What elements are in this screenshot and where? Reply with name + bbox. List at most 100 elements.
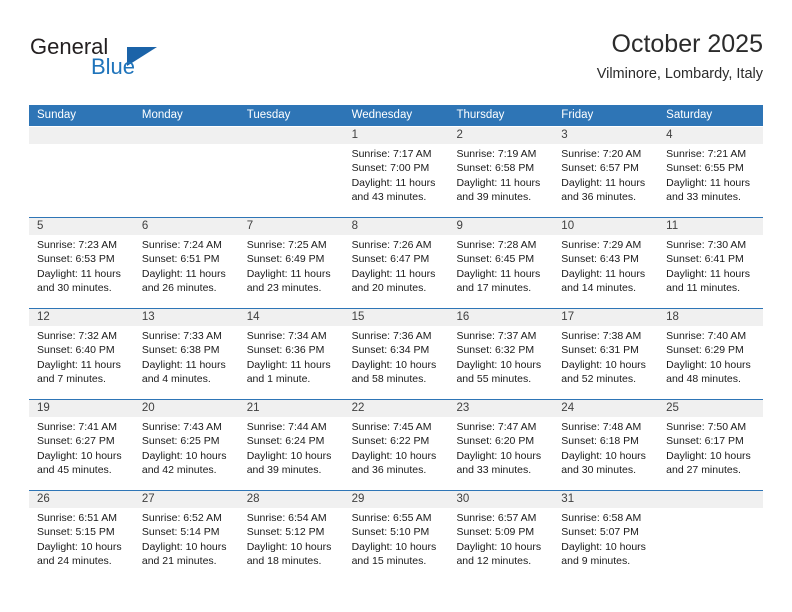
day-number: 8 (343, 218, 449, 235)
day-number (238, 127, 344, 144)
sunset-text: Sunset: 6:55 PM (666, 162, 744, 175)
day-number: 29 (343, 491, 449, 508)
day-cell[interactable]: 4 Sunrise: 7:21 AM Sunset: 6:55 PM Daylight… (658, 127, 764, 217)
daylight-text-line2: and 17 minutes. (456, 282, 532, 295)
day-cell[interactable]: 17 Sunrise: 7:38 AM Sunset: 6:31 PM Dayligh… (553, 309, 659, 399)
day-cell[interactable]: 27 Sunrise: 6:52 AM Sunset: 5:14 PM Dayligh… (133, 491, 239, 581)
day-cell[interactable]: 22 Sunrise: 7:45 AM Sunset: 6:22 PM Dayligh… (343, 400, 449, 490)
day-cell[interactable]: 11 Sunrise: 7:30 AM Sunset: 6:41 PM Dayligh… (658, 218, 764, 308)
sunset-text: Sunset: 6:58 PM (456, 162, 535, 175)
day-cell[interactable]: 29 Sunrise: 6:55 AM Sunset: 5:10 PM Dayligh… (343, 491, 449, 581)
sunset-text: Sunset: 5:12 PM (246, 526, 325, 539)
day-cell[interactable]: 26 Sunrise: 6:51 AM Sunset: 5:15 PM Dayligh… (29, 491, 134, 581)
sunset-text: Sunset: 6:25 PM (141, 435, 220, 448)
sunset-text: Sunset: 6:57 PM (561, 162, 639, 175)
daylight-text-line1: Daylight: 10 hours (666, 358, 751, 371)
day-cell[interactable]: 3 Sunrise: 7:20 AM Sunset: 6:57 PM Daylight… (553, 127, 659, 217)
daylight-text-line2: and 39 minutes. (456, 191, 532, 204)
day-cell[interactable]: 23 Sunrise: 7:47 AM Sunset: 6:20 PM Dayligh… (448, 400, 554, 490)
day-number (29, 127, 134, 144)
daylight-text-line2: and 24 minutes. (37, 555, 112, 568)
day-cell[interactable]: 14 Sunrise: 7:34 AM Sunset: 6:36 PM Dayligh… (238, 309, 344, 399)
day-number (133, 127, 239, 144)
day-cell[interactable]: 10 Sunrise: 7:29 AM Sunset: 6:43 PM Dayligh… (553, 218, 659, 308)
daylight-text-line1: Daylight: 10 hours (141, 540, 227, 553)
day-cell[interactable]: 31 Sunrise: 6:58 AM Sunset: 5:07 PM Dayligh… (553, 491, 659, 581)
sunrise-text: Sunrise: 7:19 AM (456, 148, 537, 160)
calendar-week-row: 12 Sunrise: 7:32 AM Sunset: 6:40 PM Dayligh… (29, 308, 764, 399)
sunset-text: Sunset: 6:45 PM (456, 253, 535, 266)
sunrise-text: Sunrise: 7:21 AM (666, 148, 747, 160)
sunrise-text: Sunrise: 7:43 AM (141, 421, 222, 433)
day-cell[interactable]: 1 Sunrise: 7:17 AM Sunset: 7:00 PM Daylight… (343, 127, 449, 217)
day-cell[interactable]: 9 Sunrise: 7:28 AM Sunset: 6:45 PM Daylight… (448, 218, 554, 308)
day-number: 19 (29, 400, 134, 417)
sunset-text: Sunset: 5:14 PM (141, 526, 220, 539)
day-cell[interactable]: 15 Sunrise: 7:36 AM Sunset: 6:34 PM Dayligh… (343, 309, 449, 399)
day-cell[interactable]: 19 Sunrise: 7:41 AM Sunset: 6:27 PM Dayligh… (29, 400, 134, 490)
day-details: Sunrise: 6:51 AM Sunset: 5:15 PM Daylight:… (29, 508, 134, 569)
day-details: Sunrise: 7:19 AM Sunset: 6:58 PM Daylight:… (448, 144, 553, 205)
day-cell[interactable]: 13 Sunrise: 7:33 AM Sunset: 6:38 PM Dayligh… (133, 309, 239, 399)
day-cell[interactable]: 20 Sunrise: 7:43 AM Sunset: 6:25 PM Dayligh… (133, 400, 239, 490)
daylight-text-line2: and 52 minutes. (561, 373, 637, 386)
sunset-text: Sunset: 6:47 PM (351, 253, 430, 266)
daylight-text-line2: and 14 minutes. (561, 282, 637, 295)
calendar-week-row: 5 Sunrise: 7:23 AM Sunset: 6:53 PM Daylight… (29, 217, 764, 308)
daylight-text-line2: and 39 minutes. (246, 464, 322, 477)
day-cell[interactable]: 6 Sunrise: 7:24 AM Sunset: 6:51 PM Daylight… (133, 218, 239, 308)
sunset-text: Sunset: 6:29 PM (666, 344, 744, 357)
daylight-text-line1: Daylight: 11 hours (141, 267, 226, 280)
day-cell[interactable]: 24 Sunrise: 7:48 AM Sunset: 6:18 PM Dayligh… (553, 400, 659, 490)
brand-logo[interactable]: General Blue (29, 34, 259, 90)
daylight-text-line2: and 18 minutes. (246, 555, 322, 568)
day-number: 18 (658, 309, 764, 326)
daylight-text-line2: and 7 minutes. (37, 373, 106, 386)
day-cell[interactable]: 8 Sunrise: 7:26 AM Sunset: 6:47 PM Daylight… (343, 218, 449, 308)
daylight-text-line2: and 58 minutes. (351, 373, 427, 386)
calendar-week-row: 26 Sunrise: 6:51 AM Sunset: 5:15 PM Dayligh… (29, 490, 764, 581)
day-cell[interactable]: 5 Sunrise: 7:23 AM Sunset: 6:53 PM Daylight… (29, 218, 134, 308)
day-details: Sunrise: 7:28 AM Sunset: 6:45 PM Daylight:… (448, 235, 553, 296)
sunrise-text: Sunrise: 7:34 AM (246, 330, 327, 342)
sunset-text: Sunset: 6:27 PM (37, 435, 115, 448)
day-number: 28 (238, 491, 344, 508)
day-cell[interactable]: 12 Sunrise: 7:32 AM Sunset: 6:40 PM Dayligh… (29, 309, 134, 399)
daylight-text-line1: Daylight: 11 hours (666, 176, 751, 189)
sunrise-text: Sunrise: 7:32 AM (37, 330, 117, 342)
sunrise-text: Sunrise: 7:45 AM (351, 421, 432, 433)
sunset-text: Sunset: 6:43 PM (561, 253, 639, 266)
daylight-text-line1: Daylight: 11 hours (561, 176, 646, 189)
daylight-text-line2: and 30 minutes. (561, 464, 637, 477)
day-details: Sunrise: 7:41 AM Sunset: 6:27 PM Daylight:… (29, 417, 134, 478)
sunset-text: Sunset: 6:32 PM (456, 344, 535, 357)
daylight-text-line1: Daylight: 11 hours (246, 267, 331, 280)
sunrise-text: Sunrise: 7:36 AM (351, 330, 432, 342)
sunset-text: Sunset: 7:00 PM (351, 162, 430, 175)
day-details: Sunrise: 7:30 AM Sunset: 6:41 PM Daylight:… (658, 235, 763, 296)
daylight-text-line1: Daylight: 10 hours (561, 540, 646, 553)
day-cell[interactable]: 30 Sunrise: 6:57 AM Sunset: 5:09 PM Dayligh… (448, 491, 554, 581)
day-cell-empty (238, 127, 344, 217)
day-details: Sunrise: 7:40 AM Sunset: 6:29 PM Daylight:… (658, 326, 763, 387)
day-cell[interactable]: 25 Sunrise: 7:50 AM Sunset: 6:17 PM Dayligh… (658, 400, 764, 490)
sunrise-text: Sunrise: 7:38 AM (561, 330, 642, 342)
sunrise-text: Sunrise: 7:17 AM (351, 148, 432, 160)
sunrise-text: Sunrise: 7:28 AM (456, 239, 537, 251)
sunrise-text: Sunrise: 7:47 AM (456, 421, 537, 433)
day-cell[interactable]: 7 Sunrise: 7:25 AM Sunset: 6:49 PM Daylight… (238, 218, 344, 308)
day-cell[interactable]: 2 Sunrise: 7:19 AM Sunset: 6:58 PM Daylight… (448, 127, 554, 217)
daylight-text-line1: Daylight: 10 hours (37, 449, 122, 462)
day-details: Sunrise: 7:24 AM Sunset: 6:51 PM Daylight:… (134, 235, 239, 296)
sunrise-text: Sunrise: 7:44 AM (246, 421, 327, 433)
day-details: Sunrise: 6:54 AM Sunset: 5:12 PM Daylight:… (239, 508, 344, 569)
day-cell[interactable]: 18 Sunrise: 7:40 AM Sunset: 6:29 PM Dayligh… (658, 309, 764, 399)
daylight-text-line1: Daylight: 10 hours (246, 540, 332, 553)
day-cell[interactable]: 16 Sunrise: 7:37 AM Sunset: 6:32 PM Dayligh… (448, 309, 554, 399)
day-cell[interactable]: 28 Sunrise: 6:54 AM Sunset: 5:12 PM Dayligh… (238, 491, 344, 581)
sunrise-text: Sunrise: 7:50 AM (666, 421, 747, 433)
day-cell[interactable]: 21 Sunrise: 7:44 AM Sunset: 6:24 PM Dayligh… (238, 400, 344, 490)
calendar-weeks: 1 Sunrise: 7:17 AM Sunset: 7:00 PM Daylight… (29, 126, 764, 581)
daylight-text-line1: Daylight: 11 hours (37, 267, 121, 280)
day-number: 2 (448, 127, 554, 144)
